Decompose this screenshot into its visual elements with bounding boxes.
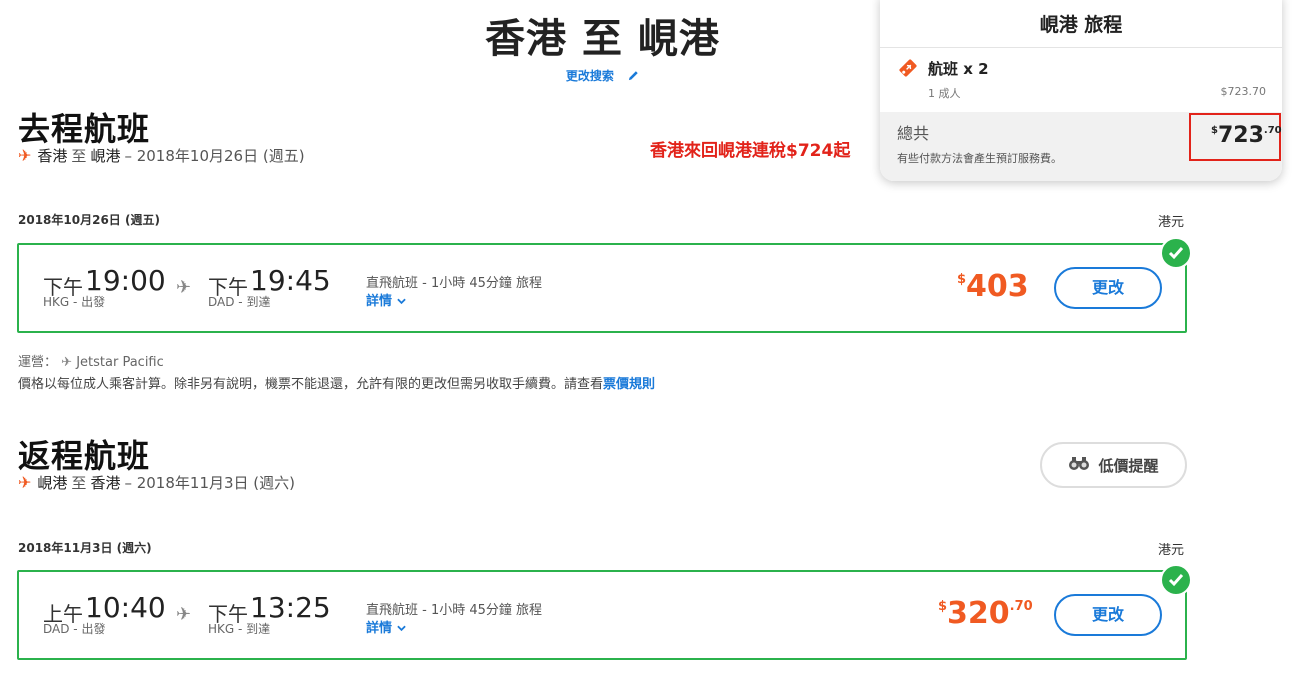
total-cents: .70 <box>1263 125 1282 136</box>
operator-name: Jetstar Pacific <box>76 355 164 370</box>
summary-title: 峴港 旅程 <box>1039 14 1123 36</box>
route-destination: 香港 <box>90 474 121 492</box>
plane-icon: ✈ <box>18 146 32 165</box>
operator-line: 運營： ✈ Jetstar Pacific <box>18 351 164 370</box>
inbound-section-title: 返程航班 <box>18 437 151 475</box>
chevron-down-icon <box>396 294 406 309</box>
flight-price: $403 <box>957 269 1029 304</box>
inbound-date-label: 2018年11月3日 (週六) <box>18 541 152 555</box>
chevron-down-icon <box>396 621 406 636</box>
modify-search-label: 更改搜索 <box>565 69 614 83</box>
route-destination: 峴港 <box>90 147 121 165</box>
route-to-word: 至 <box>71 147 87 165</box>
flight-info: 直飛航班 - 1小時 45分鐘 旅程 <box>366 603 543 618</box>
departure-code: HKG - 出發 <box>43 295 106 309</box>
route-to-word: 至 <box>71 474 87 492</box>
total-price: $723.70 <box>1211 123 1282 148</box>
plane-icon: ✈ <box>61 355 73 370</box>
summary-divider <box>880 47 1282 48</box>
details-label: 詳情 <box>366 294 393 309</box>
details-label: 詳情 <box>366 621 393 636</box>
plane-icon: ✈ <box>18 473 32 492</box>
pencil-icon <box>628 70 639 84</box>
summary-item-label: 航班 x 2 <box>928 60 989 78</box>
currency-label: 港元 <box>1158 543 1185 558</box>
check-icon <box>1160 564 1192 596</box>
price-symbol: $ <box>938 599 948 614</box>
inbound-route: ✈ 峴港 至 香港 – 2018年11月3日 (週六) <box>18 472 295 493</box>
route-date: – 2018年11月3日 (週六) <box>124 474 295 492</box>
total-highlight-box: $723.70 <box>1189 113 1282 161</box>
arrival-code: HKG - 到達 <box>208 622 271 636</box>
outbound-flight-card[interactable]: 下午 19:00 HKG - 出發 ✈ 下午 19:45 DAD - 到達 直飛… <box>17 243 1187 333</box>
passenger-count: 1 成人 <box>928 87 961 100</box>
details-link[interactable]: 詳情 <box>366 290 406 309</box>
policy-text: 價格以每位成人乘客計算。除非另有說明，機票不能退還，允許有限的更改但需另收取手續… <box>18 377 604 392</box>
total-label: 總共 <box>897 124 930 143</box>
route-origin: 峴港 <box>37 474 68 492</box>
binoculars-icon <box>1068 455 1090 475</box>
flight-price: $320.70 <box>938 596 1033 631</box>
operator-label: 運營： <box>18 355 58 370</box>
details-link[interactable]: 詳情 <box>366 617 406 636</box>
price-symbol: $ <box>957 272 967 287</box>
outbound-route: ✈ 香港 至 峴港 – 2018年10月26日 (週五) <box>18 145 305 166</box>
price-cents: .70 <box>1009 599 1033 614</box>
departure-code: DAD - 出發 <box>43 622 106 636</box>
route-origin: 香港 <box>37 147 68 165</box>
route-date: – 2018年10月26日 (週五) <box>124 147 305 165</box>
arrival-code: DAD - 到達 <box>208 295 271 309</box>
plane-icon: ✈ <box>176 277 192 298</box>
outbound-section-title: 去程航班 <box>18 110 151 148</box>
promo-text: 香港來回峴港連稅$724起 <box>650 141 851 161</box>
change-flight-button[interactable]: 更改 <box>1054 267 1162 309</box>
ticket-icon <box>897 57 919 83</box>
summary-item-price: $723.70 <box>1220 85 1267 98</box>
inbound-flight-card[interactable]: 上午 10:40 DAD - 出發 ✈ 下午 13:25 HKG - 到達 直飛… <box>17 570 1187 660</box>
change-flight-button[interactable]: 更改 <box>1054 594 1162 636</box>
trip-summary-panel: 峴港 旅程 航班 x 2 1 成人 $723.70 總共 有些付款方法會產生預訂… <box>880 0 1282 181</box>
total-symbol: $ <box>1211 125 1218 136</box>
check-icon <box>1160 237 1192 269</box>
plane-icon: ✈ <box>176 604 192 625</box>
price-alert-label: 低價提醒 <box>1098 456 1159 475</box>
outbound-date-label: 2018年10月26日 (週五) <box>18 213 160 227</box>
total-area: 總共 有些付款方法會產生預訂服務費。 $723.70 <box>880 112 1282 181</box>
fee-note: 有些付款方法會產生預訂服務費。 <box>897 152 1062 165</box>
total-value: 723 <box>1217 123 1264 148</box>
fare-rules-link[interactable]: 票價規則 <box>603 377 655 392</box>
fare-policy: 價格以每位成人乘客計算。除非另有說明，機票不能退還，允許有限的更改但需另收取手續… <box>18 373 655 392</box>
price-value: 320 <box>947 596 1010 631</box>
flight-info: 直飛航班 - 1小時 45分鐘 旅程 <box>366 276 543 291</box>
currency-label: 港元 <box>1158 215 1185 230</box>
price-value: 403 <box>966 269 1029 304</box>
price-alert-button[interactable]: 低價提醒 <box>1040 442 1187 488</box>
